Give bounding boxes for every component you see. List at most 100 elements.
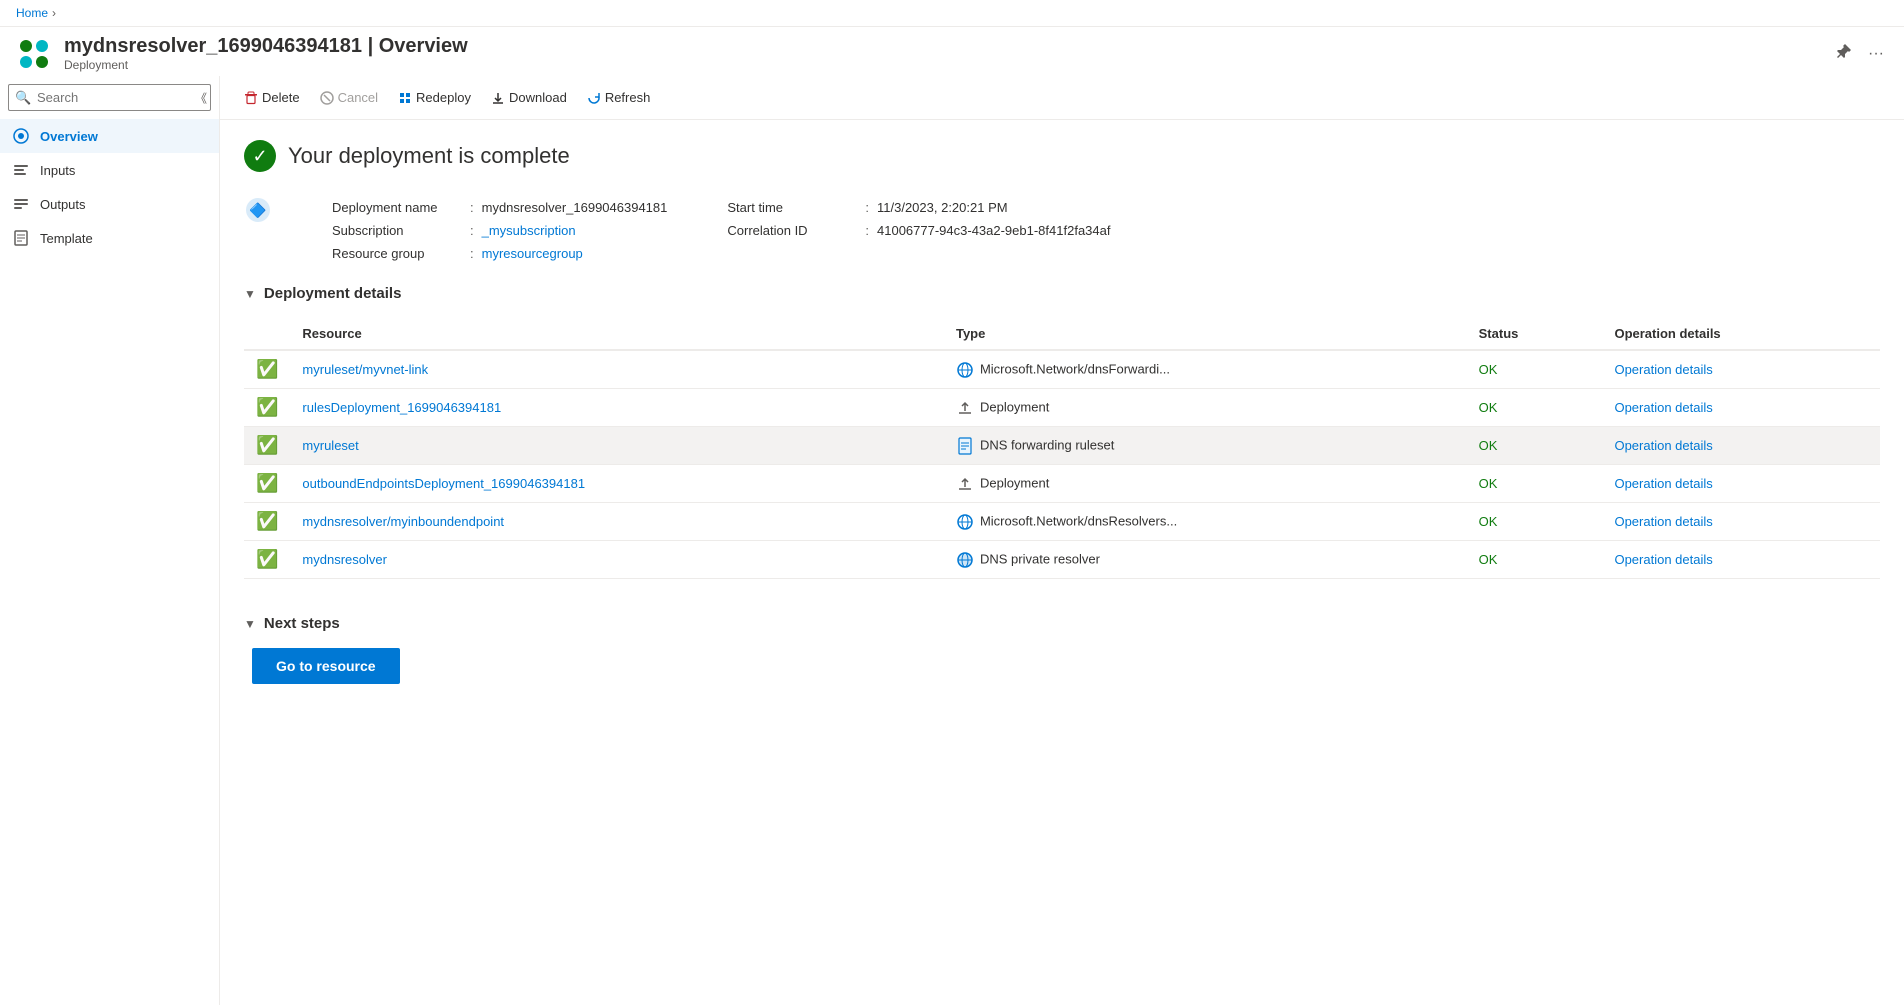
upload-icon [956,475,974,493]
sidebar-item-template[interactable]: Template [0,221,219,255]
doc-icon [956,437,974,455]
col-resource-header: Resource [290,318,944,350]
deployment-name-value: mydnsresolver_1699046394181 [482,200,668,215]
success-check-icon: ✅ [256,511,278,531]
correlation-id-value: 41006777-94c3-43a2-9eb1-8f41f2fa34af [877,223,1110,238]
table-row: ✅ rulesDeployment_1699046394181 Deployme… [244,389,1880,427]
col-op-details-header: Operation details [1602,318,1880,350]
operation-details-link[interactable]: Operation details [1614,476,1712,491]
status-title: Your deployment is complete [288,143,570,169]
search-input[interactable] [8,84,211,111]
deployment-details-table: Resource Type Status Operation details ✅… [244,318,1880,579]
info-left: Deployment name : mydnsresolver_16990463… [332,200,667,261]
sidebar-item-overview[interactable]: Overview [0,119,219,153]
subscription-link[interactable]: _mysubscription [482,223,576,238]
correlation-id-row: Correlation ID : 41006777-94c3-43a2-9eb1… [727,223,1110,238]
resource-icon [16,36,52,72]
row-status-icon: ✅ [244,541,290,579]
upload-icon [956,399,974,417]
row-type: Microsoft.Network/dnsForwardi... [944,350,1467,389]
deployment-details-header[interactable]: ▼ Deployment details [244,269,1880,310]
row-status: OK [1467,389,1603,427]
operation-details-link[interactable]: Operation details [1614,362,1712,377]
status-badge: OK [1479,400,1498,415]
breadcrumb-separator: › [52,6,56,20]
table-header-row: Resource Type Status Operation details [244,318,1880,350]
row-status: OK [1467,465,1603,503]
outputs-svg-icon [13,196,29,212]
resource-link[interactable]: rulesDeployment_1699046394181 [302,400,501,415]
info-right: Start time : 11/3/2023, 2:20:21 PM Corre… [727,200,1110,261]
toolbar: Delete Cancel Redeploy [220,76,1904,120]
operation-details-link[interactable]: Operation details [1614,514,1712,529]
search-icon: 🔍 [15,90,31,106]
row-status: OK [1467,350,1603,389]
cancel-button[interactable]: Cancel [312,84,386,111]
row-operation-details: Operation details [1602,503,1880,541]
download-button[interactable]: Download [483,84,575,111]
more-options-button[interactable]: ··· [1864,39,1888,68]
resource-link[interactable]: myruleset/myvnet-link [302,362,428,377]
row-operation-details: Operation details [1602,389,1880,427]
chevron-down-icon: ▼ [244,287,256,301]
dns-globe-icon [956,551,974,569]
status-badge: OK [1479,362,1498,377]
row-status-icon: ✅ [244,350,290,389]
next-steps-section: ▼ Next steps Go to resource [244,579,1880,704]
row-resource: mydnsresolver [290,541,944,579]
overview-svg-icon [13,128,29,144]
next-steps-header[interactable]: ▼ Next steps [244,599,1880,640]
cancel-label: Cancel [338,90,378,105]
collapse-button[interactable]: 《 [195,89,207,106]
row-resource: myruleset/myvnet-link [290,350,944,389]
deployment-name-label: Deployment name [332,200,462,215]
resource-link[interactable]: mydnsresolver/myinboundendpoint [302,514,504,529]
success-icon: ✓ [244,140,276,172]
resource-link[interactable]: myruleset [302,438,358,453]
row-type: DNS forwarding ruleset [944,427,1467,465]
resource-link[interactable]: mydnsresolver [302,552,387,567]
row-type: Deployment [944,389,1467,427]
table-row: ✅ myruleset/myvnet-link Microsoft.Networ… [244,350,1880,389]
delete-button[interactable]: Delete [236,84,308,111]
row-status-icon: ✅ [244,465,290,503]
resource-group-link[interactable]: myresourcegroup [482,246,583,261]
redeploy-label: Redeploy [416,90,471,105]
sidebar-item-outputs-label: Outputs [40,197,86,212]
next-steps-chevron-icon: ▼ [244,617,256,631]
sidebar-item-template-label: Template [40,231,93,246]
go-to-resource-button[interactable]: Go to resource [252,648,400,684]
operation-details-link[interactable]: Operation details [1614,552,1712,567]
redeploy-button[interactable]: Redeploy [390,84,479,111]
page-subtitle: Deployment [64,58,1820,72]
operation-details-link[interactable]: Operation details [1614,400,1712,415]
operation-details-link[interactable]: Operation details [1614,438,1712,453]
table-row: ✅ outboundEndpointsDeployment_1699046394… [244,465,1880,503]
row-status: OK [1467,427,1603,465]
pin-icon [1836,43,1852,59]
row-status: OK [1467,541,1603,579]
sidebar: 🔍 《 Overview Inputs Output [0,76,220,1005]
resource-link[interactable]: outboundEndpointsDeployment_169904639418… [302,476,585,491]
refresh-button[interactable]: Refresh [579,84,659,111]
cancel-icon [320,91,334,105]
pin-button[interactable] [1832,39,1856,68]
col-status-header: Status [1467,318,1603,350]
breadcrumb: Home › [0,0,1904,27]
start-time-value: 11/3/2023, 2:20:21 PM [877,200,1008,215]
next-steps-label: Next steps [264,615,340,632]
row-type: Deployment [944,465,1467,503]
refresh-icon [587,91,601,105]
status-badge: OK [1479,438,1498,453]
status-badge: OK [1479,552,1498,567]
sidebar-item-inputs[interactable]: Inputs [0,153,219,187]
main-content: Delete Cancel Redeploy [220,76,1904,1005]
subscription-label: Subscription [332,223,462,238]
breadcrumb-home[interactable]: Home [16,6,48,20]
row-resource: outboundEndpointsDeployment_169904639418… [290,465,944,503]
success-check-icon: ✅ [256,397,278,417]
sidebar-item-outputs[interactable]: Outputs [0,187,219,221]
overview-icon [12,127,30,145]
start-time-row: Start time : 11/3/2023, 2:20:21 PM [727,200,1110,215]
subscription-row: Subscription : _mysubscription [332,223,667,238]
